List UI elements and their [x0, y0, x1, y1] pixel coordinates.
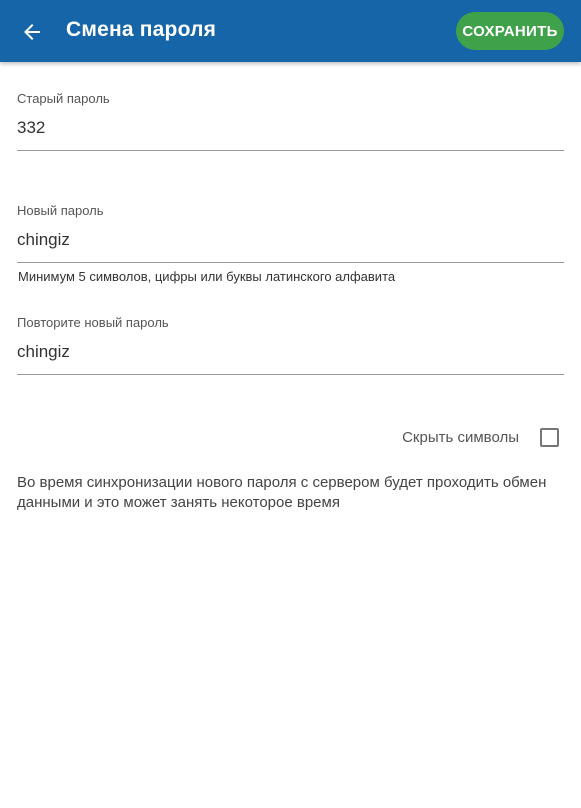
hide-symbols-row: Скрыть символы: [402, 426, 559, 448]
old-password-input[interactable]: [17, 116, 564, 140]
repeat-password-input[interactable]: [17, 340, 564, 364]
hide-symbols-label[interactable]: Скрыть символы: [402, 429, 519, 446]
repeat-password-underline: [17, 374, 564, 375]
new-password-field: Новый пароль: [17, 203, 564, 263]
new-password-label: Новый пароль: [17, 203, 104, 218]
save-button[interactable]: СОХРАНИТЬ: [456, 12, 564, 50]
page-title: Смена пароля: [66, 18, 217, 41]
back-button[interactable]: [14, 14, 50, 50]
old-password-label: Старый пароль: [17, 91, 110, 106]
sync-info-text: Во время синхронизации нового пароля с с…: [17, 474, 547, 511]
new-password-input[interactable]: [17, 228, 564, 252]
app-bar: Смена пароля СОХРАНИТЬ: [0, 0, 581, 62]
new-password-hint: Минимум 5 символов, цифры или буквы лати…: [18, 269, 396, 284]
arrow-left-icon: [24, 24, 40, 40]
hide-symbols-checkbox[interactable]: [540, 427, 559, 447]
new-password-underline: [17, 262, 564, 263]
old-password-field: Старый пароль: [17, 91, 564, 151]
old-password-underline: [17, 150, 564, 151]
repeat-password-label: Повторите новый пароль: [17, 315, 169, 330]
repeat-password-field: Повторите новый пароль: [17, 315, 564, 375]
